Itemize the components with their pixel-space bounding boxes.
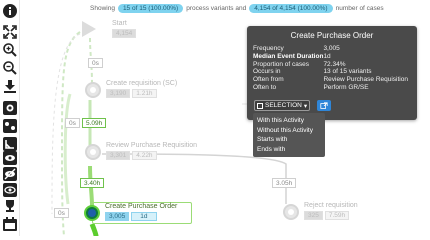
info-icon[interactable] [2, 3, 18, 19]
calendar-icon[interactable] [2, 216, 18, 232]
node-count: 325 [304, 211, 323, 220]
node-create-purchase-order[interactable]: Create Purchase Order 3,005 1d [84, 202, 192, 224]
stat-value: 1d [323, 52, 331, 60]
left-toolbar [0, 0, 20, 236]
eye-hide-icon[interactable] [2, 166, 18, 182]
node-circle [85, 144, 101, 160]
filter-summary: Showing 15 of 15 (100.00%) process varia… [90, 2, 384, 14]
showing-text: Showing [90, 4, 115, 12]
node-reject-requisition[interactable]: Reject requisition 325 7.59h [283, 202, 382, 222]
stat-value: Perform GR/SE [323, 83, 369, 91]
node-duration: 1d [131, 212, 157, 221]
edge-po-down [89, 223, 99, 236]
node-circle [85, 82, 101, 98]
activity-stats-table: Frequency 3,005 Median Event Duration 1d P… [253, 45, 408, 92]
download-icon[interactable] [2, 78, 18, 94]
stat-value: Review Purchase Requisition [323, 76, 408, 84]
edge-label[interactable]: 3.40h [80, 178, 105, 188]
stat-key: Occurs in [253, 68, 281, 76]
zoom-in-icon[interactable] [2, 42, 18, 58]
activities-icon[interactable] [2, 100, 18, 116]
node-title: Reject requisition [304, 202, 358, 209]
stat-value: 3,005 [323, 45, 340, 52]
stat-key: Often from [253, 76, 284, 84]
node-duration: 4.22h [132, 151, 157, 160]
edge-label[interactable]: 5.09h [82, 118, 107, 128]
menu-item[interactable]: Ends with [257, 145, 325, 155]
stat-key: Frequency [253, 45, 284, 52]
selection-label: SELECTION [265, 102, 302, 109]
edge-label[interactable]: 0s [54, 208, 69, 218]
selection-dropdown-button[interactable]: SELECTION ▾ [254, 100, 310, 111]
node-count: 3,190 [106, 89, 131, 98]
external-link-icon [320, 101, 328, 109]
stat-value: 13 of 15 variants [323, 68, 372, 76]
node-duration: 1.21h [132, 89, 157, 98]
trophy-icon[interactable] [2, 198, 18, 214]
node-count: 4,154 [112, 29, 137, 38]
eye-icon[interactable] [2, 150, 18, 166]
checkbox-icon [257, 102, 263, 109]
start-icon [82, 21, 96, 37]
node-duration: 7.59h [324, 211, 350, 220]
selection-menu: With this Activity Without this Activity… [253, 113, 325, 157]
menu-item[interactable]: With this Activity [257, 116, 325, 126]
edge-label[interactable]: 3.05h [272, 178, 297, 188]
node-title: Create requisition (SC) [106, 80, 178, 87]
zoom-out-icon[interactable] [2, 60, 18, 76]
paths-icon[interactable] [2, 118, 18, 134]
edge-create-po [63, 93, 72, 205]
edge-label[interactable]: 0s [88, 58, 103, 68]
stat-key: Proportion of cases [253, 60, 310, 68]
node-title: Start [112, 20, 127, 27]
menu-item[interactable]: Starts with [257, 135, 325, 145]
caret-down-icon: ▾ [303, 102, 308, 110]
variants-text: process variants and [186, 4, 247, 12]
node-circle [283, 204, 299, 220]
popup-title: Create Purchase Order [290, 31, 374, 40]
node-start[interactable]: Start 4,154 [82, 20, 138, 42]
eye-slash-icon[interactable] [2, 182, 18, 198]
edge-label[interactable]: 0s [65, 118, 80, 128]
node-title: Review Purchase Requisition [106, 142, 198, 149]
node-title: Create Purchase Order [105, 203, 178, 210]
stat-key: Median Event Duration [253, 52, 324, 60]
cases-text: number of cases [335, 4, 384, 12]
node-count: 3,005 [105, 212, 130, 221]
node-review-purchase-requisition[interactable]: Review Purchase Requisition 3,301 4.22h [85, 142, 224, 162]
cases-pill[interactable]: 4,154 of 4,154 (100.00%) [249, 3, 333, 13]
stat-value: 72.34% [323, 60, 346, 68]
variants-pill[interactable]: 15 of 15 (100.00%) [117, 3, 184, 13]
stat-key: Often to [253, 83, 277, 91]
external-link-button[interactable] [317, 100, 331, 111]
node-create-requisition[interactable]: Create requisition (SC) 3,190 1.21h [85, 80, 204, 100]
node-count: 3,301 [106, 151, 131, 160]
node-circle [84, 205, 100, 221]
fit-view-icon[interactable] [2, 24, 18, 40]
menu-item[interactable]: Without this Activity [257, 126, 325, 136]
